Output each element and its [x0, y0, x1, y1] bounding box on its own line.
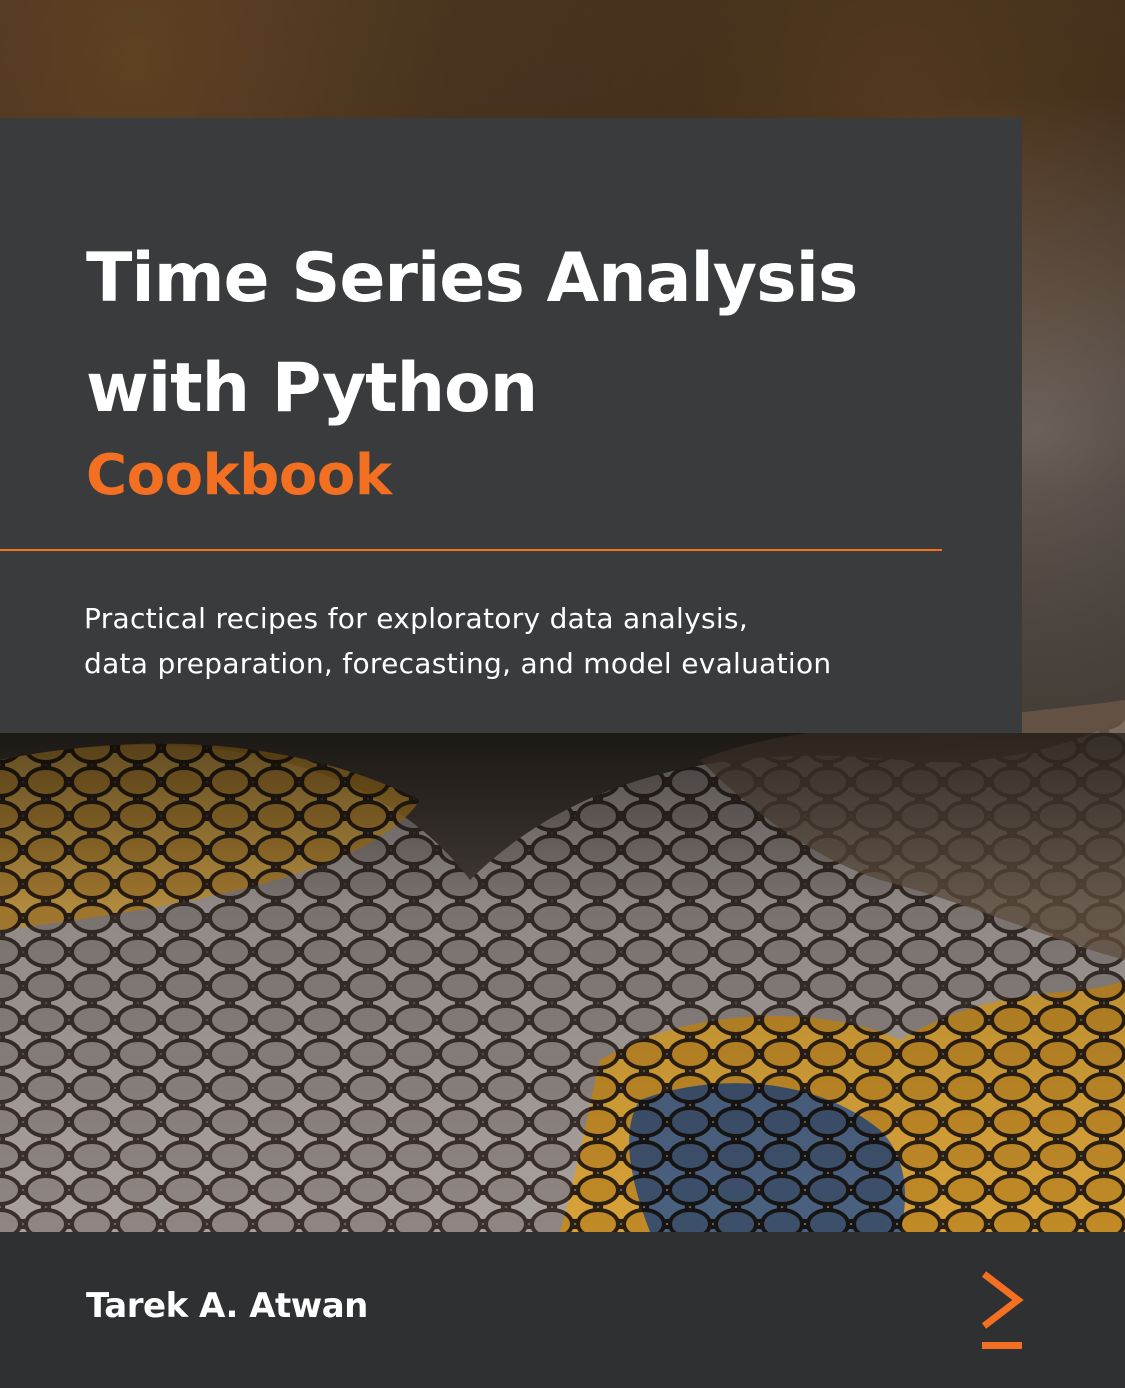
book-cover: Time Series Analysis with Python Cookboo… [0, 0, 1125, 1388]
tagline-line-1: Practical recipes for exploratory data a… [84, 602, 749, 635]
tagline: Practical recipes for exploratory data a… [84, 596, 831, 686]
subtitle: Cookbook [86, 443, 392, 508]
title-line-2: with Python [86, 349, 538, 428]
author-name: Tarek A. Atwan [86, 1286, 368, 1326]
title-line-1: Time Series Analysis [86, 239, 858, 318]
title-panel: Time Series Analysis with Python Cookboo… [0, 118, 1022, 733]
chevron-right-underscore-icon [981, 1271, 1024, 1349]
tagline-line-2: data preparation, forecasting, and model… [84, 647, 832, 680]
cover-footer: Tarek A. Atwan [0, 1232, 1125, 1388]
accent-divider [0, 549, 942, 551]
